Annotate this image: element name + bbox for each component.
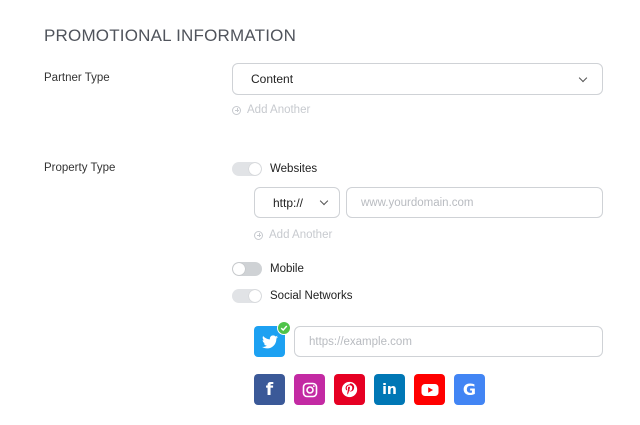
partner-add-another-label: Add Another [247,104,311,116]
social-networks-toggle[interactable] [232,289,262,303]
websites-toggle[interactable] [232,162,262,176]
instagram-icon [302,382,317,397]
social-url-input[interactable] [294,326,603,357]
protocol-select[interactable]: http:// [254,187,340,218]
mobile-toggle[interactable] [232,262,262,276]
website-add-another-label: Add Another [269,229,333,241]
instagram-button[interactable] [294,374,325,405]
domain-input[interactable] [346,187,603,218]
partner-type-label: Partner Type [44,72,110,84]
social-networks-toggle-row: Social Networks [232,289,352,303]
pinterest-button[interactable] [334,374,365,405]
google-icon: G [462,380,477,399]
pinterest-icon [341,381,358,398]
plus-circle-icon [254,230,263,240]
check-badge-icon [277,321,291,335]
youtube-button[interactable] [414,374,445,405]
websites-toggle-row: Websites [232,162,317,176]
linkedin-button[interactable]: in [374,374,405,405]
protocol-value: http:// [273,195,304,210]
google-button[interactable]: G [454,374,485,405]
property-type-label: Property Type [44,162,116,174]
mobile-label: Mobile [270,263,304,275]
partner-add-another-link[interactable]: Add Another [232,104,310,116]
partner-type-select[interactable]: Content [232,63,603,95]
youtube-icon [421,383,438,396]
facebook-button[interactable]: f [254,374,285,405]
twitter-icon [261,334,278,348]
section-title: PROMOTIONAL INFORMATION [44,26,297,45]
linkedin-icon: in [382,381,397,398]
plus-circle-icon [232,105,241,115]
social-networks-label: Social Networks [270,290,353,302]
mobile-toggle-row: Mobile [232,262,304,276]
websites-label: Websites [270,163,318,175]
chevron-down-icon [319,196,329,206]
partner-type-value: Content [251,72,294,86]
chevron-down-icon [578,73,588,82]
website-add-another-link[interactable]: Add Another [254,229,332,241]
facebook-icon: f [265,379,274,400]
